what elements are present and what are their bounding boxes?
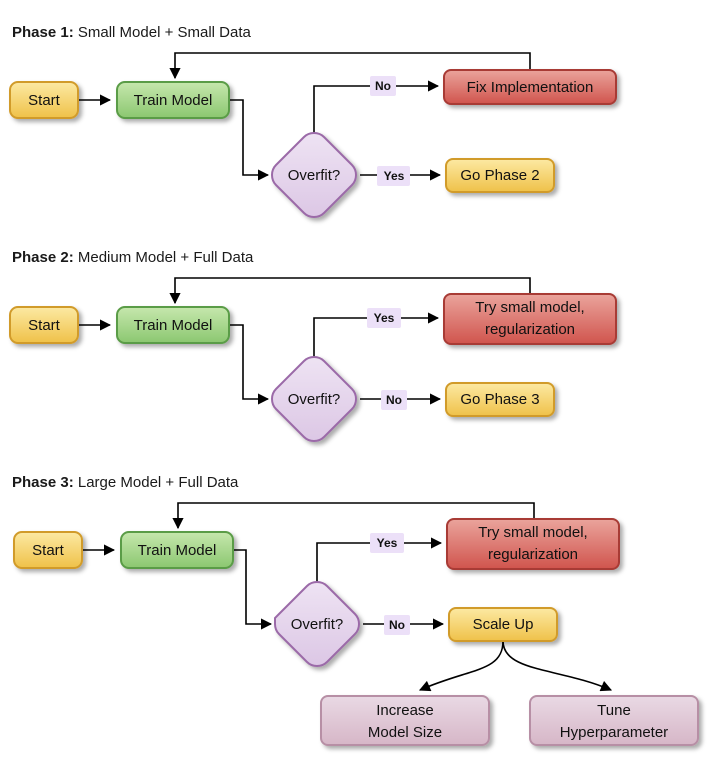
node-p3-start-label: Start (32, 542, 65, 559)
node-p3-sub-right-label-line1: Tune (597, 702, 631, 719)
flowchart-canvas: Phase 1: Small Model + Small Data No Yes… (9, 24, 699, 746)
node-p2-action-label-line2: regularization (485, 321, 575, 338)
node-p3-action-label-line2: regularization (488, 546, 578, 563)
edge-label-p3-yes-text: Yes (377, 536, 398, 550)
phase-3-group: Phase 3: Large Model + Full Data Yes No … (12, 474, 699, 746)
edge-label-p2-no: No (381, 390, 407, 410)
phase-2-title-lead: Phase 2: (12, 249, 74, 266)
phase-2-title-rest: Medium Model + Full Data (74, 249, 254, 266)
phase-3-title-rest: Large Model + Full Data (74, 474, 239, 491)
edge-label-p3-yes: Yes (370, 533, 404, 553)
edge-p3-scaleup-to-increase (418, 640, 504, 692)
edge-label-p1-no-text: No (375, 79, 391, 93)
node-p1-train-label: Train Model (134, 92, 213, 109)
node-p1-outcome-label: Go Phase 2 (460, 167, 539, 184)
node-p3-sub-right-label-line2: Hyperparameter (560, 724, 668, 741)
edge-p1-train-to-decision (229, 99, 270, 181)
phase-1-title-lead: Phase 1: (12, 24, 74, 41)
node-p2-start-label: Start (28, 317, 61, 334)
phase-3-title: Phase 3: Large Model + Full Data (12, 474, 239, 491)
edge-label-p2-yes: Yes (367, 308, 401, 328)
edge-label-p1-yes: Yes (377, 166, 410, 186)
node-p3-outcome-label: Scale Up (473, 616, 534, 633)
node-p2-train-label: Train Model (134, 317, 213, 334)
edge-p3-scaleup-to-tune (502, 640, 613, 692)
node-p3-sub-left-label-line1: Increase (376, 702, 434, 719)
node-p3-decision-label: Overfit? (291, 616, 344, 633)
node-p2-action-label-line1: Try small model, (475, 299, 584, 316)
edge-label-p2-no-text: No (386, 393, 402, 407)
phase-1-group: Phase 1: Small Model + Small Data No Yes… (9, 24, 617, 219)
node-p3-action-label-line1: Try small model, (478, 524, 587, 541)
edge-label-p2-yes-text: Yes (374, 311, 395, 325)
edge-label-p3-no-text: No (389, 618, 405, 632)
phase-1-title-rest: Small Model + Small Data (74, 24, 252, 41)
node-p3-train-label: Train Model (138, 542, 217, 559)
edge-label-p1-yes-text: Yes (384, 169, 405, 183)
phase-1-title: Phase 1: Small Model + Small Data (12, 24, 252, 41)
node-p2-outcome-label: Go Phase 3 (460, 391, 539, 408)
edge-p2-train-to-decision (229, 324, 270, 405)
edge-label-p3-no: No (384, 615, 410, 635)
edge-p3-train-to-decision (232, 549, 273, 630)
edge-label-p1-no: No (370, 76, 396, 96)
phase-3-title-lead: Phase 3: (12, 474, 74, 491)
phase-2-group: Phase 2: Medium Model + Full Data Yes No… (9, 249, 617, 443)
phase-2-title: Phase 2: Medium Model + Full Data (12, 249, 254, 266)
node-p1-start-label: Start (28, 92, 61, 109)
node-p1-action-label: Fix Implementation (467, 79, 594, 96)
node-p2-decision-label: Overfit? (288, 391, 341, 408)
node-p1-decision-label: Overfit? (288, 167, 341, 184)
node-p3-sub-left-label-line2: Model Size (368, 724, 442, 741)
